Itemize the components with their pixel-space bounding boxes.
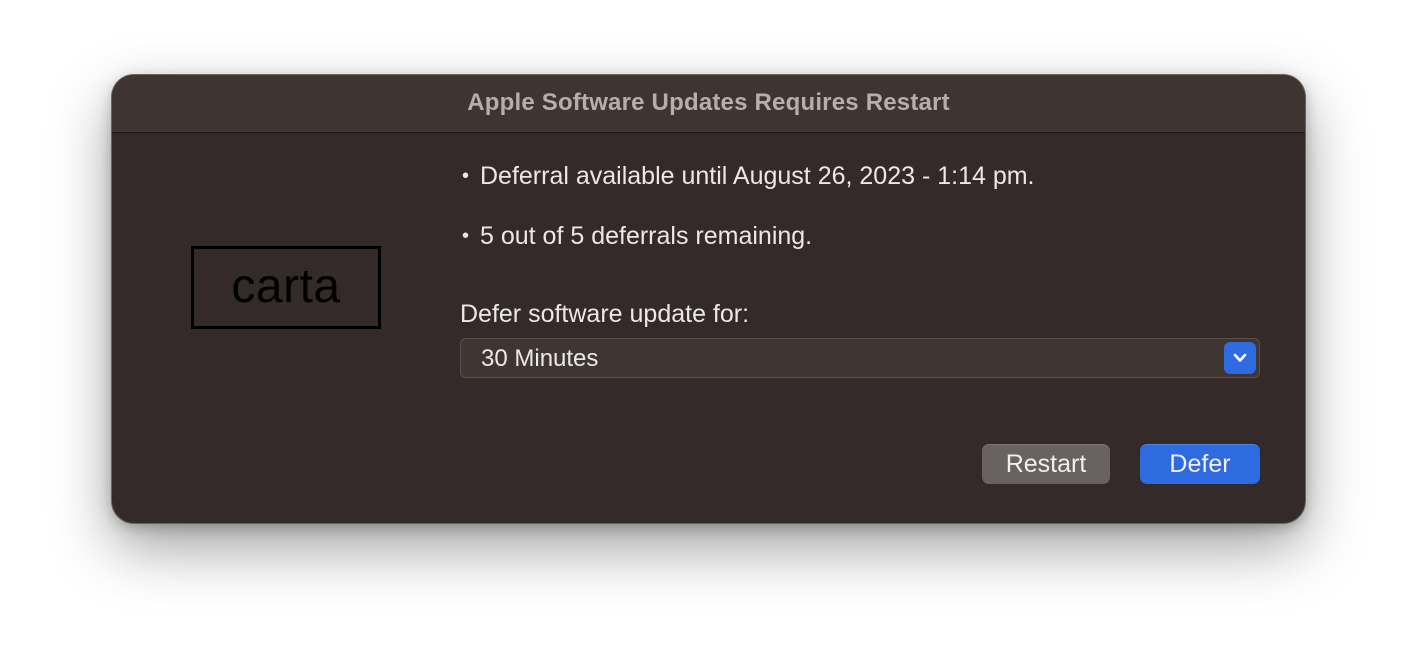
- defer-button[interactable]: Defer: [1140, 444, 1260, 484]
- deferral-deadline-line: • Deferral available until August 26, 202…: [462, 162, 1035, 191]
- bullet-icon: •: [462, 165, 470, 187]
- deferrals-remaining-text: 5 out of 5 deferrals remaining.: [480, 222, 813, 250]
- deferral-deadline-text: Deferral available until August 26, 2023…: [480, 162, 1035, 190]
- restart-button[interactable]: Restart: [982, 444, 1110, 484]
- defer-duration-value: 30 Minutes: [481, 345, 599, 372]
- chevron-down-icon[interactable]: [1224, 342, 1256, 374]
- dialog-title: Apple Software Updates Requires Restart: [467, 89, 950, 116]
- title-bar: Apple Software Updates Requires Restart: [112, 75, 1305, 133]
- update-dialog-window: Apple Software Updates Requires Restart …: [112, 75, 1305, 523]
- logo-text: carta: [231, 260, 341, 313]
- carta-logo: carta: [191, 246, 381, 329]
- deferrals-remaining-line: • 5 out of 5 deferrals remaining.: [462, 222, 812, 251]
- defer-duration-select[interactable]: 30 Minutes: [460, 338, 1260, 378]
- defer-label: Defer software update for:: [460, 300, 750, 328]
- bullet-icon: •: [462, 225, 470, 247]
